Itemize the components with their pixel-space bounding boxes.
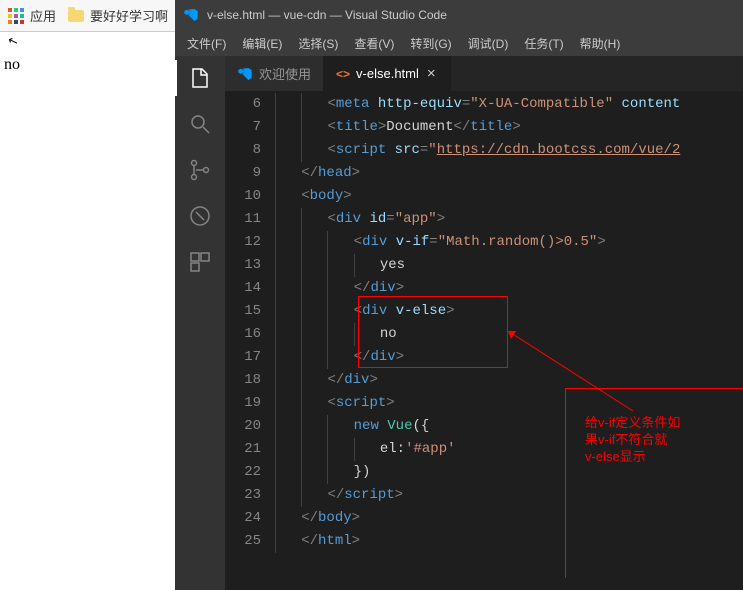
line-number: 23: [225, 484, 275, 507]
explorer-icon[interactable]: [186, 64, 214, 92]
mouse-cursor-icon: ↖: [6, 33, 20, 50]
code-line[interactable]: 8 <script src="https://cdn.bootcss.com/v…: [225, 139, 743, 162]
bookmark-folder[interactable]: 要好好学习啊: [68, 6, 168, 25]
line-number: 19: [225, 392, 275, 415]
page-body-text: no: [4, 54, 20, 76]
code-content: <body>: [275, 185, 352, 208]
chrome-apps-button[interactable]: 应用: [8, 6, 56, 25]
code-content: yes: [275, 254, 405, 277]
code-line[interactable]: 9 </head>: [225, 162, 743, 185]
debug-icon[interactable]: [186, 202, 214, 230]
line-number: 8: [225, 139, 275, 162]
code-line[interactable]: 23 </script>: [225, 484, 743, 507]
editor-tab[interactable]: 欢迎使用: [225, 56, 324, 91]
editor-tab[interactable]: <> v-else.html ×: [324, 56, 451, 91]
code-content: <script>: [275, 392, 395, 415]
html-file-icon: <>: [336, 67, 350, 81]
code-line[interactable]: 13 yes: [225, 254, 743, 277]
line-number: 17: [225, 346, 275, 369]
line-number: 12: [225, 231, 275, 254]
close-icon[interactable]: ×: [425, 65, 438, 82]
code-content: </div>: [275, 369, 378, 392]
menu-item[interactable]: 帮助(H): [572, 33, 629, 54]
line-number: 20: [225, 415, 275, 438]
code-content: </html>: [275, 530, 360, 553]
menu-item[interactable]: 查看(V): [346, 33, 402, 54]
code-content: </head>: [275, 162, 360, 185]
vscode-menubar: 文件(F)编辑(E)选择(S)查看(V)转到(G)调试(D)任务(T)帮助(H): [175, 30, 743, 56]
code-content: no: [275, 323, 397, 346]
code-line[interactable]: 11 <div id="app">: [225, 208, 743, 231]
code-line[interactable]: 17 </div>: [225, 346, 743, 369]
code-line[interactable]: 10 <body>: [225, 185, 743, 208]
folder-icon: [68, 10, 84, 22]
menu-item[interactable]: 任务(T): [516, 33, 571, 54]
code-line[interactable]: 21 el:'#app': [225, 438, 743, 461]
code-line[interactable]: 20 new Vue({: [225, 415, 743, 438]
code-content: <meta http-equiv="X-UA-Compatible" conte…: [275, 93, 680, 116]
code-line[interactable]: 6 <meta http-equiv="X-UA-Compatible" con…: [225, 93, 743, 116]
activity-bar: [175, 56, 225, 590]
code-line[interactable]: 15 <div v-else>: [225, 300, 743, 323]
line-number: 22: [225, 461, 275, 484]
line-number: 18: [225, 369, 275, 392]
line-number: 11: [225, 208, 275, 231]
code-line[interactable]: 22 }): [225, 461, 743, 484]
code-content: </div>: [275, 277, 404, 300]
line-number: 9: [225, 162, 275, 185]
code-line[interactable]: 24 </body>: [225, 507, 743, 530]
editor-tabs: 欢迎使用 <> v-else.html ×: [225, 56, 743, 91]
line-number: 21: [225, 438, 275, 461]
menu-item[interactable]: 选择(S): [290, 33, 346, 54]
apps-grid-icon: [8, 8, 24, 24]
code-content: new Vue({: [275, 415, 429, 438]
code-line[interactable]: 19 <script>: [225, 392, 743, 415]
line-number: 10: [225, 185, 275, 208]
code-line[interactable]: 25 </html>: [225, 530, 743, 553]
line-number: 7: [225, 116, 275, 139]
search-icon[interactable]: [186, 110, 214, 138]
menu-item[interactable]: 编辑(E): [234, 33, 290, 54]
line-number: 24: [225, 507, 275, 530]
extensions-icon[interactable]: [186, 248, 214, 276]
editor-area: 欢迎使用 <> v-else.html × 6 <meta http-equiv="X…: [225, 56, 743, 590]
window-title: v-else.html — vue-cdn — Visual Studio Co…: [207, 8, 447, 22]
menu-item[interactable]: 转到(G): [402, 33, 459, 54]
code-line[interactable]: 7 <title>Document</title>: [225, 116, 743, 139]
code-content: el:'#app': [275, 438, 456, 461]
line-number: 6: [225, 93, 275, 116]
code-content: </script>: [275, 484, 403, 507]
code-content: <div v-else>: [275, 300, 455, 323]
vscode-window: v-else.html — vue-cdn — Visual Studio Co…: [175, 0, 743, 590]
tab-label: v-else.html: [356, 66, 419, 81]
code-line[interactable]: 18 </div>: [225, 369, 743, 392]
code-content: <title>Document</title>: [275, 116, 521, 139]
code-line[interactable]: 16 no: [225, 323, 743, 346]
code-line[interactable]: 12 <div v-if="Math.random()>0.5">: [225, 231, 743, 254]
line-number: 16: [225, 323, 275, 346]
code-editor[interactable]: 6 <meta http-equiv="X-UA-Compatible" con…: [225, 91, 743, 590]
line-number: 25: [225, 530, 275, 553]
code-content: </body>: [275, 507, 360, 530]
code-content: <script src="https://cdn.bootcss.com/vue…: [275, 139, 680, 162]
line-number: 13: [225, 254, 275, 277]
tab-label: 欢迎使用: [259, 64, 311, 83]
vscode-logo-icon: [183, 7, 199, 23]
vscode-titlebar[interactable]: v-else.html — vue-cdn — Visual Studio Co…: [175, 0, 743, 30]
code-content: }): [275, 461, 370, 484]
apps-label: 应用: [30, 6, 56, 25]
line-number: 15: [225, 300, 275, 323]
vscode-logo-icon: [237, 66, 253, 82]
menu-item[interactable]: 文件(F): [179, 33, 234, 54]
code-line[interactable]: 14 </div>: [225, 277, 743, 300]
code-content: </div>: [275, 346, 404, 369]
code-content: <div v-if="Math.random()>0.5">: [275, 231, 606, 254]
menu-item[interactable]: 调试(D): [460, 33, 517, 54]
code-content: <div id="app">: [275, 208, 445, 231]
line-number: 14: [225, 277, 275, 300]
bookmark-folder-label: 要好好学习啊: [90, 6, 168, 25]
source-control-icon[interactable]: [186, 156, 214, 184]
